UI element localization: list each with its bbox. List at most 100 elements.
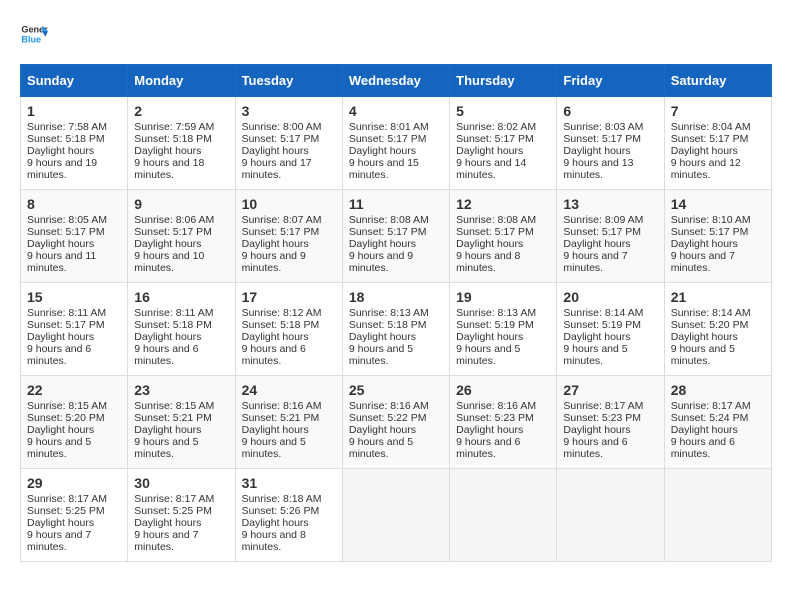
daylight-label: Daylight hours (27, 145, 94, 157)
daylight-value: 9 hours and 6 minutes. (671, 436, 735, 460)
sunrise-text: Sunrise: 8:10 AM (671, 214, 751, 226)
calendar-cell: 26 Sunrise: 8:16 AM Sunset: 5:23 PM Dayl… (450, 376, 557, 469)
calendar-cell (557, 469, 664, 562)
calendar-cell: 21 Sunrise: 8:14 AM Sunset: 5:20 PM Dayl… (664, 283, 771, 376)
daylight-value: 9 hours and 5 minutes. (242, 436, 306, 460)
daylight-value: 9 hours and 7 minutes. (671, 250, 735, 274)
sunrise-text: Sunrise: 8:17 AM (134, 493, 214, 505)
sunrise-text: Sunrise: 7:58 AM (27, 121, 107, 133)
daylight-value: 9 hours and 5 minutes. (349, 436, 413, 460)
calendar-cell: 4 Sunrise: 8:01 AM Sunset: 5:17 PM Dayli… (342, 97, 449, 190)
day-number: 13 (563, 196, 657, 212)
calendar-cell: 14 Sunrise: 8:10 AM Sunset: 5:17 PM Dayl… (664, 190, 771, 283)
daylight-label: Daylight hours (134, 145, 201, 157)
calendar-cell: 28 Sunrise: 8:17 AM Sunset: 5:24 PM Dayl… (664, 376, 771, 469)
day-number: 26 (456, 382, 550, 398)
sunrise-text: Sunrise: 8:16 AM (349, 400, 429, 412)
sunrise-text: Sunrise: 8:04 AM (671, 121, 751, 133)
sunrise-text: Sunrise: 8:14 AM (671, 307, 751, 319)
sunrise-text: Sunrise: 8:11 AM (27, 307, 106, 319)
calendar-cell: 5 Sunrise: 8:02 AM Sunset: 5:17 PM Dayli… (450, 97, 557, 190)
daylight-value: 9 hours and 9 minutes. (349, 250, 413, 274)
daylight-value: 9 hours and 5 minutes. (134, 436, 198, 460)
sunrise-text: Sunrise: 8:11 AM (134, 307, 213, 319)
sunrise-text: Sunrise: 8:15 AM (134, 400, 214, 412)
daylight-value: 9 hours and 6 minutes. (242, 343, 306, 367)
day-number: 21 (671, 289, 765, 305)
day-number: 18 (349, 289, 443, 305)
calendar-cell: 2 Sunrise: 7:59 AM Sunset: 5:18 PM Dayli… (128, 97, 235, 190)
day-number: 7 (671, 103, 765, 119)
daylight-label: Daylight hours (563, 424, 630, 436)
sunset-text: Sunset: 5:19 PM (563, 319, 641, 331)
day-number: 23 (134, 382, 228, 398)
sunset-text: Sunset: 5:18 PM (134, 319, 212, 331)
sunset-text: Sunset: 5:20 PM (27, 412, 105, 424)
calendar-cell: 13 Sunrise: 8:09 AM Sunset: 5:17 PM Dayl… (557, 190, 664, 283)
sunset-text: Sunset: 5:24 PM (671, 412, 749, 424)
day-number: 31 (242, 475, 336, 491)
sunrise-text: Sunrise: 8:03 AM (563, 121, 643, 133)
day-number: 24 (242, 382, 336, 398)
calendar-week-5: 29 Sunrise: 8:17 AM Sunset: 5:25 PM Dayl… (21, 469, 772, 562)
sunset-text: Sunset: 5:17 PM (671, 226, 749, 238)
column-header-thursday: Thursday (450, 65, 557, 97)
sunrise-text: Sunrise: 8:13 AM (349, 307, 429, 319)
sunrise-text: Sunrise: 8:13 AM (456, 307, 536, 319)
day-number: 15 (27, 289, 121, 305)
daylight-label: Daylight hours (134, 238, 201, 250)
day-number: 9 (134, 196, 228, 212)
column-header-monday: Monday (128, 65, 235, 97)
day-number: 3 (242, 103, 336, 119)
daylight-label: Daylight hours (349, 238, 416, 250)
daylight-value: 9 hours and 18 minutes. (134, 157, 204, 181)
daylight-label: Daylight hours (134, 517, 201, 529)
daylight-label: Daylight hours (456, 145, 523, 157)
sunrise-text: Sunrise: 8:12 AM (242, 307, 322, 319)
calendar-cell: 1 Sunrise: 7:58 AM Sunset: 5:18 PM Dayli… (21, 97, 128, 190)
calendar-cell: 18 Sunrise: 8:13 AM Sunset: 5:18 PM Dayl… (342, 283, 449, 376)
daylight-label: Daylight hours (27, 424, 94, 436)
daylight-value: 9 hours and 14 minutes. (456, 157, 526, 181)
day-number: 19 (456, 289, 550, 305)
daylight-label: Daylight hours (671, 145, 738, 157)
sunset-text: Sunset: 5:17 PM (456, 226, 534, 238)
daylight-value: 9 hours and 12 minutes. (671, 157, 741, 181)
daylight-value: 9 hours and 11 minutes. (27, 250, 96, 274)
sunset-text: Sunset: 5:17 PM (456, 133, 534, 145)
calendar-cell: 9 Sunrise: 8:06 AM Sunset: 5:17 PM Dayli… (128, 190, 235, 283)
daylight-value: 9 hours and 5 minutes. (671, 343, 735, 367)
daylight-value: 9 hours and 13 minutes. (563, 157, 633, 181)
daylight-label: Daylight hours (242, 331, 309, 343)
daylight-value: 9 hours and 7 minutes. (134, 529, 198, 553)
sunset-text: Sunset: 5:25 PM (27, 505, 105, 517)
sunset-text: Sunset: 5:18 PM (27, 133, 105, 145)
sunset-text: Sunset: 5:17 PM (563, 133, 641, 145)
day-number: 11 (349, 196, 443, 212)
sunrise-text: Sunrise: 8:17 AM (671, 400, 751, 412)
sunset-text: Sunset: 5:17 PM (27, 226, 105, 238)
sunset-text: Sunset: 5:23 PM (563, 412, 641, 424)
calendar-week-3: 15 Sunrise: 8:11 AM Sunset: 5:17 PM Dayl… (21, 283, 772, 376)
calendar-cell: 7 Sunrise: 8:04 AM Sunset: 5:17 PM Dayli… (664, 97, 771, 190)
daylight-label: Daylight hours (349, 331, 416, 343)
day-number: 12 (456, 196, 550, 212)
daylight-value: 9 hours and 5 minutes. (349, 343, 413, 367)
daylight-value: 9 hours and 6 minutes. (27, 343, 91, 367)
daylight-label: Daylight hours (242, 238, 309, 250)
column-header-friday: Friday (557, 65, 664, 97)
daylight-label: Daylight hours (563, 238, 630, 250)
day-number: 29 (27, 475, 121, 491)
daylight-value: 9 hours and 5 minutes. (27, 436, 91, 460)
daylight-value: 9 hours and 17 minutes. (242, 157, 312, 181)
daylight-label: Daylight hours (242, 424, 309, 436)
day-number: 28 (671, 382, 765, 398)
calendar-cell: 12 Sunrise: 8:08 AM Sunset: 5:17 PM Dayl… (450, 190, 557, 283)
daylight-label: Daylight hours (563, 145, 630, 157)
daylight-label: Daylight hours (349, 424, 416, 436)
daylight-value: 9 hours and 6 minutes. (563, 436, 627, 460)
logo-icon: General Blue (20, 20, 48, 48)
sunrise-text: Sunrise: 7:59 AM (134, 121, 214, 133)
sunset-text: Sunset: 5:17 PM (134, 226, 212, 238)
calendar-cell: 19 Sunrise: 8:13 AM Sunset: 5:19 PM Dayl… (450, 283, 557, 376)
